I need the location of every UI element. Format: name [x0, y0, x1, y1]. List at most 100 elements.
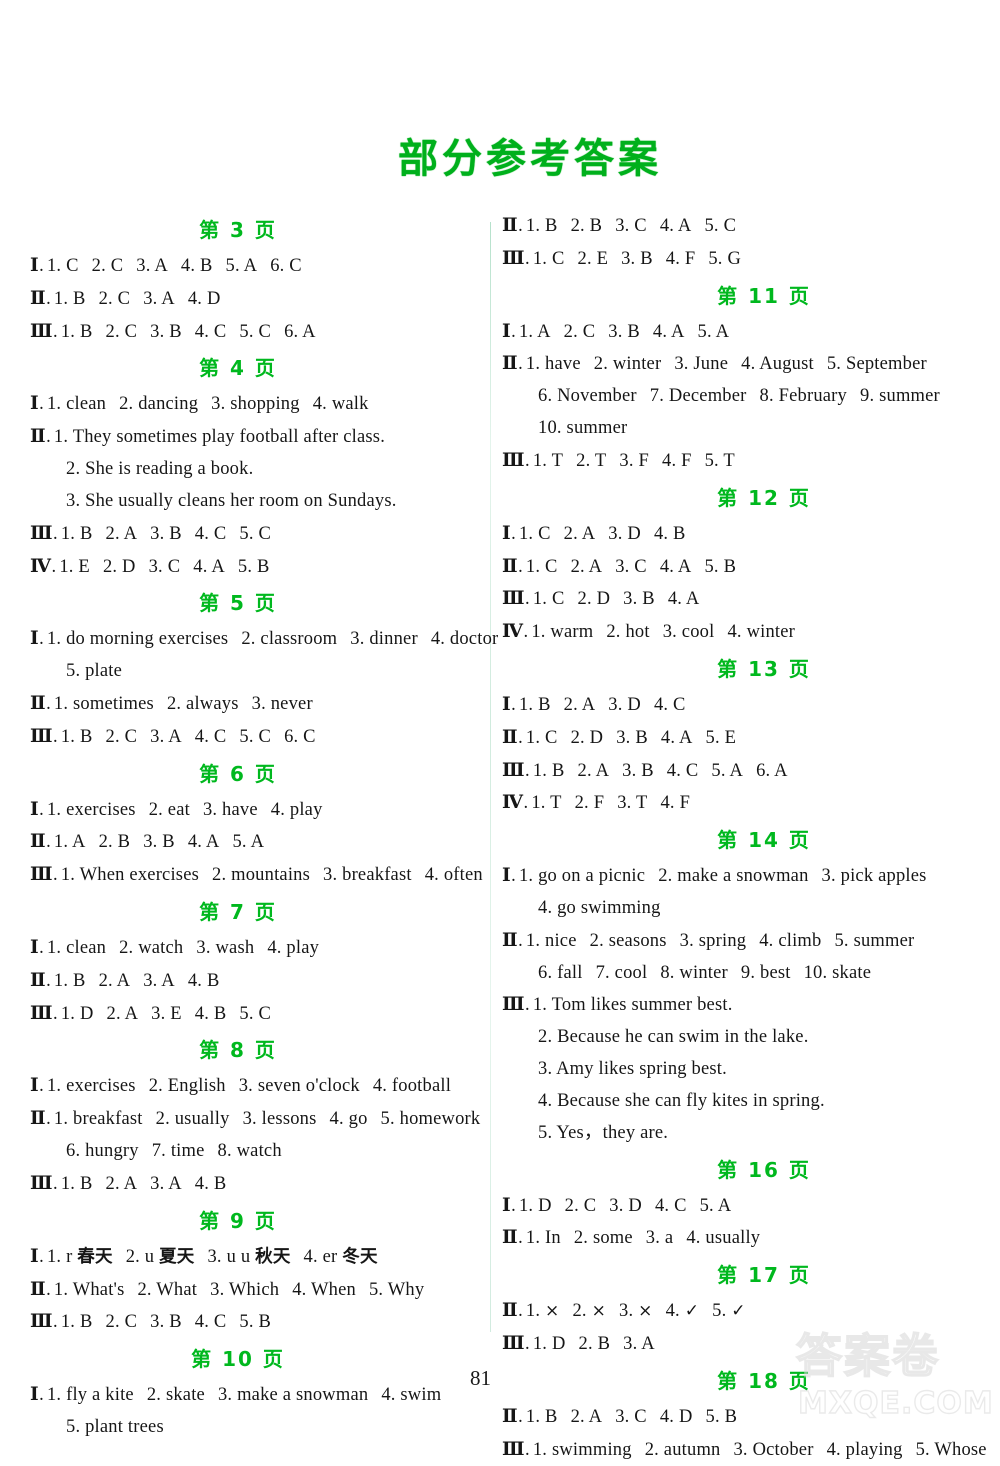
answer-item: 5. A — [697, 321, 730, 342]
answer-item: 4. F — [665, 248, 696, 269]
section-roman-numeral: Ⅱ — [502, 353, 518, 375]
answer-item: 4. B — [194, 1003, 227, 1024]
roman-separator: . — [53, 1173, 58, 1194]
roman-separator: . — [523, 793, 529, 814]
section-roman-numeral: Ⅰ — [30, 937, 39, 958]
answer-item: 3. D — [608, 523, 641, 544]
answer-item: 1. sometimes — [53, 693, 154, 714]
answer-line: Ⅲ. 1. swimming 2. autumn 3. October 4. playi… — [502, 1434, 987, 1466]
answer-item: 4. When — [292, 1279, 356, 1300]
roman-separator: . — [46, 288, 51, 309]
answer-item: 1. What's — [53, 1279, 125, 1300]
answer-item: 4. A — [667, 589, 700, 610]
answer-item: 2. A — [105, 1173, 138, 1194]
answer-line: Ⅰ. 1. B 2. A 3. D 4. C — [502, 689, 986, 722]
answer-line: Ⅲ. 1. B 2. A 3. A 4. B — [30, 1168, 472, 1201]
answer-line: 4. go swimming — [502, 893, 986, 925]
answer-item: 4. C — [653, 694, 686, 715]
answer-item: 4. go swimming — [538, 898, 661, 918]
section-roman-numeral: Ⅰ — [502, 1194, 511, 1216]
answer-item: 4. Because she can fly kites in spring. — [538, 1090, 825, 1111]
answer-item: 4. B — [187, 970, 220, 991]
answer-item: 2. A — [570, 556, 603, 577]
answer-item: 3. C — [615, 216, 647, 236]
answer-item: 3. B — [150, 321, 182, 342]
answer-line: Ⅱ. 1. B 2. C 3. A 4. D — [30, 283, 472, 316]
answer-item: 4. winter — [727, 622, 796, 643]
answer-item: 1. C — [525, 556, 558, 577]
section-roman-numeral: Ⅲ — [502, 588, 525, 610]
answer-line: Ⅰ. 1. A 2. C 3. B 4. A 5. A — [502, 316, 986, 349]
section-roman-numeral: Ⅰ — [502, 522, 511, 544]
answer-line: 4. Because she can fly kites in spring. — [502, 1086, 986, 1118]
answer-item: 3. lessons — [242, 1109, 317, 1130]
answer-line: Ⅲ. 1. B 2. C 3. B 4. C 5. B — [30, 1306, 472, 1339]
answer-item: 5. A — [711, 760, 744, 781]
answer-line: Ⅰ. 1. exercises 2. eat 3. have 4. play — [30, 794, 472, 827]
section-roman-numeral: Ⅱ — [502, 1300, 518, 1322]
answer-item: 6. C — [284, 726, 316, 747]
answer-line: Ⅱ. 1. C 2. A 3. C 4. A 5. B — [502, 551, 986, 584]
answer-line: Ⅱ. 1. B 2. B 3. C 4. A 5. C — [502, 210, 986, 243]
answer-item: 6. fall — [538, 962, 583, 983]
answer-item: 5. T — [704, 450, 735, 471]
answer-item: 5. Whose — [915, 1439, 987, 1460]
answer-item: 4. August — [741, 354, 814, 375]
answer-item: 3. Which — [210, 1279, 280, 1300]
answer-line: Ⅰ. 1. clean 2. dancing 3. shopping 4. walk — [30, 388, 472, 421]
answer-item: 9. best — [740, 962, 791, 983]
answer-columns: 第 3 页 Ⅰ. 1. C 2. C 3. A 4. B 5. A 6. C Ⅱ. 1. B 2. … — [0, 210, 1000, 1466]
answer-item: 4. D — [187, 288, 221, 309]
answer-item: 5. September — [826, 354, 927, 375]
roman-separator: . — [53, 1312, 58, 1333]
answer-item: 2. eat — [148, 799, 190, 820]
answer-item: 3. seven o'clock — [238, 1076, 360, 1097]
section-roman-numeral: Ⅲ — [502, 759, 525, 781]
answer-item: 5. E — [705, 727, 737, 748]
answer-item: 5. C — [239, 1003, 272, 1024]
answer-item: 4. football — [372, 1076, 452, 1097]
page-heading: 第 14 页 — [717, 828, 811, 853]
section-roman-numeral: Ⅱ — [30, 969, 46, 991]
answer-line: 10. summer — [502, 413, 986, 445]
answer-item: 2. She is reading a book. — [66, 459, 254, 480]
section-roman-numeral: Ⅲ — [502, 1332, 525, 1354]
answer-item: 1. They sometimes play football after cl… — [53, 427, 386, 448]
answer-item: 3. B — [143, 832, 175, 853]
roman-separator: . — [518, 930, 523, 951]
roman-separator: . — [51, 556, 57, 577]
answer-line: Ⅰ. 1. C 2. A 3. D 4. B — [502, 518, 986, 551]
roman-separator: . — [46, 427, 51, 448]
answer-item: 2. winter — [593, 354, 662, 375]
answer-item: 3. A — [143, 288, 175, 309]
answer-item: 2. A — [577, 760, 610, 781]
answer-item: 4. A — [659, 556, 692, 577]
answer-item: 1. × — [525, 1301, 560, 1322]
answer-item: 3. D — [609, 1195, 642, 1216]
answer-item: 1. B — [60, 1312, 93, 1333]
answer-item: 3. D — [608, 694, 641, 715]
answer-item: 1. D — [60, 1003, 94, 1024]
answer-item: 3. June — [674, 354, 729, 375]
answer-item: 3. B — [616, 727, 648, 748]
answer-line: Ⅱ. 1. They sometimes play football after … — [30, 421, 472, 454]
page-heading: 第 4 页 — [199, 356, 277, 381]
roman-separator: . — [46, 1279, 51, 1300]
section-roman-numeral: Ⅱ — [502, 726, 518, 748]
roman-separator: . — [511, 1195, 516, 1216]
answer-item: 3. C — [615, 556, 647, 577]
answer-line: Ⅲ. 1. D 2. B 3. A — [502, 1328, 986, 1361]
answer-item: 8. watch — [217, 1141, 282, 1162]
answer-item: 1. C — [525, 727, 558, 748]
section-roman-numeral: Ⅱ — [30, 831, 46, 853]
answer-item: 10. summer — [538, 418, 628, 439]
roman-separator: . — [53, 865, 58, 886]
answer-item: 1. C — [532, 248, 565, 269]
section-roman-numeral: Ⅱ — [30, 1278, 46, 1300]
answer-line: Ⅰ. 1. C 2. C 3. A 4. B 5. A 6. C — [30, 250, 472, 283]
answer-item: 2. C — [564, 1195, 597, 1216]
roman-separator: . — [39, 629, 44, 650]
answer-item: 9. summer — [860, 386, 940, 407]
answer-item: 5. C — [239, 726, 272, 747]
answer-item: 3. u u 秋天 — [207, 1246, 291, 1267]
